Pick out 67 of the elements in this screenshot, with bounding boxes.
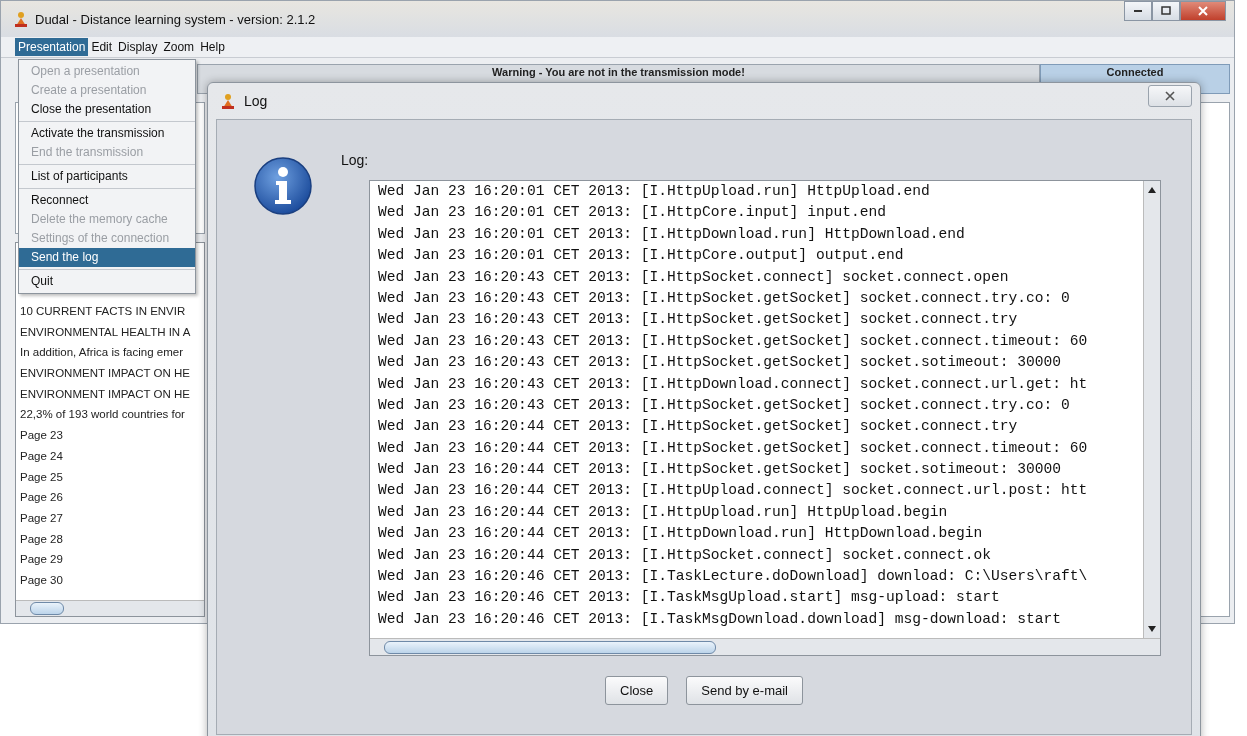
menu-item[interactable]: Presentation <box>15 38 89 56</box>
menu-option[interactable]: Reconnect <box>19 191 195 210</box>
menu-option[interactable]: Activate the transmission <box>19 124 195 143</box>
menu-item[interactable]: Display <box>115 38 161 56</box>
log-line: Wed Jan 23 16:20:44 CET 2013: [I.HttpSocket.getSocket] socket.sotimeout: 30000 <box>378 460 1063 480</box>
up-arrow-icon <box>1148 187 1156 193</box>
horizontal-scrollbar[interactable] <box>16 600 204 616</box>
page-item[interactable]: Page 30 <box>20 569 204 591</box>
log-line: Wed Jan 23 16:20:43 CET 2013: [I.HttpDownload.connect] socket.connect.url.get: ht <box>378 374 1089 394</box>
log-label: Log: <box>341 152 370 168</box>
figure-icon <box>13 11 29 27</box>
log-line: Wed Jan 23 16:20:01 CET 2013: [I.HttpDownload.run] HttpDownload.end <box>378 224 966 244</box>
close-button[interactable] <box>1148 85 1192 107</box>
page-item[interactable]: In addition, Africa is facing emer <box>20 342 204 364</box>
log-line: Wed Jan 23 16:20:44 CET 2013: [I.HttpSocket.connect] socket.connect.ok <box>378 545 993 565</box>
page-item[interactable]: Page 26 <box>20 487 204 508</box>
maximize-button[interactable] <box>1152 1 1180 21</box>
log-line: Wed Jan 23 16:20:01 CET 2013: [I.HttpUpload.run] HttpUpload.end <box>378 182 931 201</box>
log-line: Wed Jan 23 16:20:44 CET 2013: [I.HttpUpload.run] HttpUpload.begin <box>378 502 949 522</box>
page-item[interactable]: Page 24 <box>20 445 204 467</box>
log-line: Wed Jan 23 16:20:43 CET 2013: [I.HttpSocket.getSocket] socket.connect.try <box>378 310 1019 330</box>
log-line: Wed Jan 23 16:20:43 CET 2013: [I.HttpSocket.getSocket] socket.connect.timeout: 60 <box>378 331 1089 351</box>
page-item[interactable]: Page 29 <box>20 549 204 570</box>
dialog-title: Log <box>244 93 268 109</box>
page-item[interactable]: 10 CURRENT FACTS IN ENVIR <box>20 301 204 322</box>
menu-option[interactable]: Close the presentation <box>19 100 195 119</box>
log-line: Wed Jan 23 16:20:44 CET 2013: [I.HttpUpload.connect] socket.connect.url.post: htt <box>378 481 1089 501</box>
log-line: Wed Jan 23 16:20:01 CET 2013: [I.HttpCore.output] output.end <box>378 246 905 266</box>
close-icon <box>1198 6 1208 16</box>
log-line: Wed Jan 23 16:20:43 CET 2013: [I.HttpSocket.getSocket] socket.connect.try.co: 0 <box>378 395 1071 415</box>
close-button[interactable] <box>1180 1 1226 21</box>
log-line: Wed Jan 23 16:20:01 CET 2013: [I.HttpCore.input] input.end <box>378 203 887 223</box>
figure-icon <box>220 93 236 109</box>
page-item[interactable]: Page 27 <box>20 507 204 529</box>
page-item[interactable]: 22,3% of 193 world countries for <box>20 404 204 426</box>
maximize-icon <box>1161 6 1171 16</box>
menu-option[interactable]: Send the log <box>19 248 195 267</box>
menu-item[interactable]: Help <box>197 38 228 56</box>
minimize-icon <box>1134 10 1142 12</box>
log-line: Wed Jan 23 16:20:43 CET 2013: [I.HttpSocket.connect] socket.connect.open <box>378 267 1010 287</box>
dialog-button[interactable]: Close <box>605 676 669 705</box>
log-line: Wed Jan 23 16:20:46 CET 2013: [I.TaskMsgUpload.start] msg-upload: start <box>378 588 1001 608</box>
window-title: Dudal - Distance learning system - version: 2.1.2 <box>35 11 316 27</box>
page-item[interactable]: ENVIRONMENT IMPACT ON HE <box>20 383 204 405</box>
menu-option[interactable]: Quit <box>19 272 195 291</box>
page-item[interactable]: Page 25 <box>20 466 204 488</box>
close-icon <box>1165 91 1175 101</box>
dialog-button[interactable]: Send by e-mail <box>686 676 803 705</box>
vertical-scrollbar[interactable] <box>1143 181 1160 638</box>
log-line: Wed Jan 23 16:20:46 CET 2013: [I.TaskLecture.doDownload] download: C:\Users\raft\ <box>378 567 1089 587</box>
page-item[interactable]: ENVIRONMENT IMPACT ON HE <box>20 363 204 384</box>
page-item[interactable]: Page 28 <box>20 528 204 550</box>
log-line: Wed Jan 23 16:20:44 CET 2013: [I.HttpSocket.getSocket] socket.connect.try <box>378 417 1019 437</box>
log-line: Wed Jan 23 16:20:44 CET 2013: [I.HttpDownload.run] HttpDownload.begin <box>378 524 984 544</box>
log-line: Wed Jan 23 16:20:44 CET 2013: [I.HttpSocket.getSocket] socket.connect.timeout: 60 <box>378 438 1089 458</box>
log-line: Wed Jan 23 16:20:46 CET 2013: [I.TaskMsgDownload.download] msg-download: start <box>378 609 1063 629</box>
page-item[interactable]: Page 23 <box>20 425 204 446</box>
minimize-button[interactable] <box>1124 1 1152 21</box>
info-icon <box>253 156 313 216</box>
down-arrow-icon <box>1148 626 1156 632</box>
log-line: Wed Jan 23 16:20:43 CET 2013: [I.HttpSocket.getSocket] socket.connect.try.co: 0 <box>378 288 1071 308</box>
menu-option[interactable]: List of participants <box>19 167 195 186</box>
page-item[interactable]: ENVIRONMENTAL HEALTH IN A <box>20 321 204 343</box>
menu-item[interactable]: Zoom <box>160 38 198 56</box>
horizontal-scrollbar[interactable] <box>370 638 1160 655</box>
log-line: Wed Jan 23 16:20:43 CET 2013: [I.HttpSocket.getSocket] socket.sotimeout: 30000 <box>378 353 1063 373</box>
menu-item[interactable]: Edit <box>88 38 116 56</box>
